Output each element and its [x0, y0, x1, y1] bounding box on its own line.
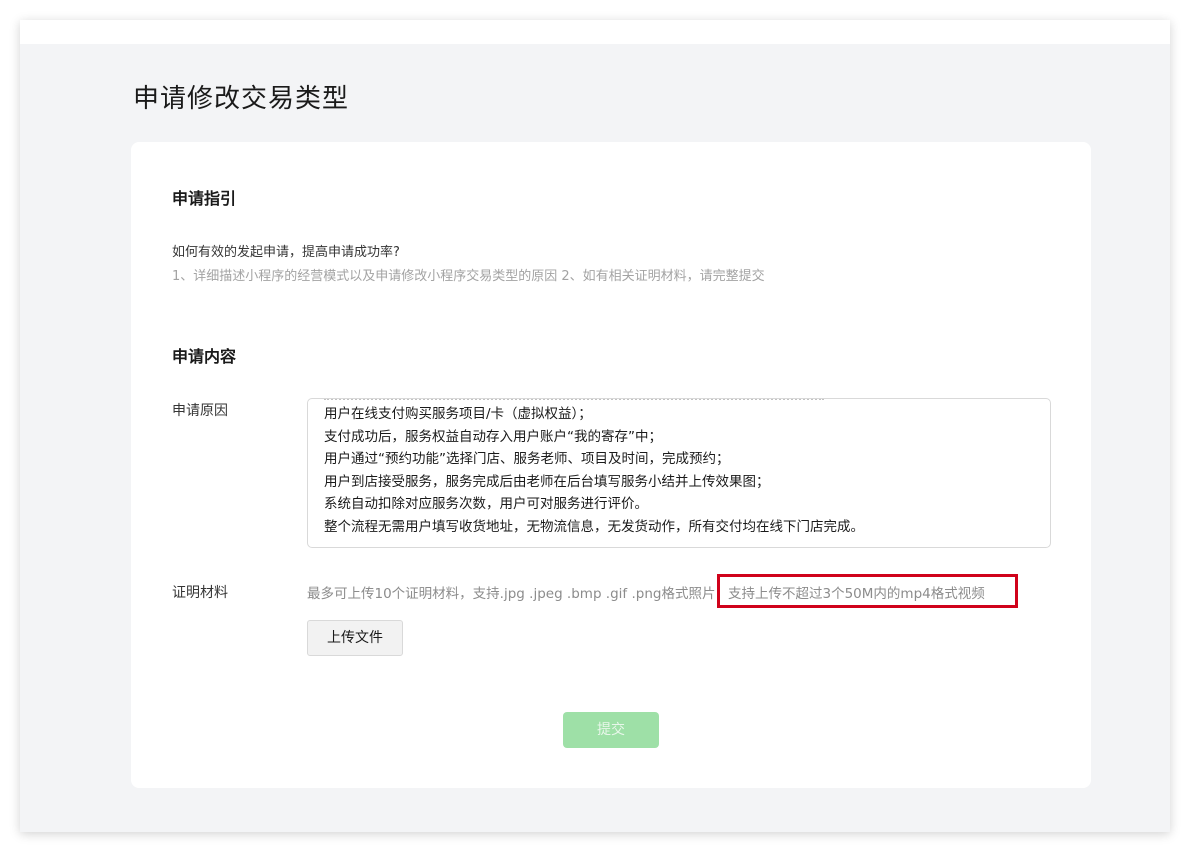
reason-line: 系统自动扣除对应服务次数，用户可对服务进行评价。 [324, 496, 648, 512]
reason-line: 支付成功后，服务权益自动存入用户账户“我的寄存”中； [324, 428, 662, 445]
submit-button[interactable]: 提交 [563, 712, 659, 748]
video-hint: 支持上传不超过3个50M内的mp4格式视频 [728, 586, 985, 602]
app-window: 申请修改交易类型 申请指引 如何有效的发起申请，提高申请成功率? 1、详细描述小… [20, 20, 1170, 832]
form-card: 申请指引 如何有效的发起申请，提高申请成功率? 1、详细描述小程序的经营模式以及… [131, 142, 1091, 788]
top-bar [20, 20, 1170, 44]
video-hint-highlight: 支持上传不超过3个50M内的mp4格式视频 [717, 574, 1018, 608]
upload-file-button[interactable]: 上传文件 [307, 620, 403, 656]
reason-line: 整个流程无需用户填写收货地址，无物流信息，无发货动作，所有交付均在线下门店完成。 [324, 518, 864, 535]
proof-hint: 最多可上传10个证明材料，支持.jpg .jpeg .bmp .gif .png… [307, 586, 729, 602]
page-title: 申请修改交易类型 [133, 84, 350, 114]
reason-label: 申请原因 [172, 403, 228, 419]
proof-label: 证明材料 [172, 585, 228, 601]
reason-line: 用户到店接受服务，服务完成后由老师在后台填写服务小结并上传效果图； [324, 473, 770, 490]
content-section-title: 申请内容 [172, 347, 237, 366]
guide-question: 如何有效的发起申请，提高申请成功率? [172, 245, 400, 260]
reason-line: 用户在线支付购买服务项目/卡（虚拟权益）； [324, 406, 592, 422]
scrolled-text-remnant [324, 399, 824, 400]
reason-line: 用户通过“预约功能”选择门店、服务老师、项目及时间，完成预约； [324, 451, 730, 467]
reason-textarea[interactable]: 用户在线支付购买服务项目/卡（虚拟权益）； 支付成功后，服务权益自动存入用户账户… [307, 398, 1051, 548]
guide-section-title: 申请指引 [172, 189, 237, 208]
guide-description: 1、详细描述小程序的经营模式以及申请修改小程序交易类型的原因 2、如有相关证明材… [172, 269, 765, 284]
